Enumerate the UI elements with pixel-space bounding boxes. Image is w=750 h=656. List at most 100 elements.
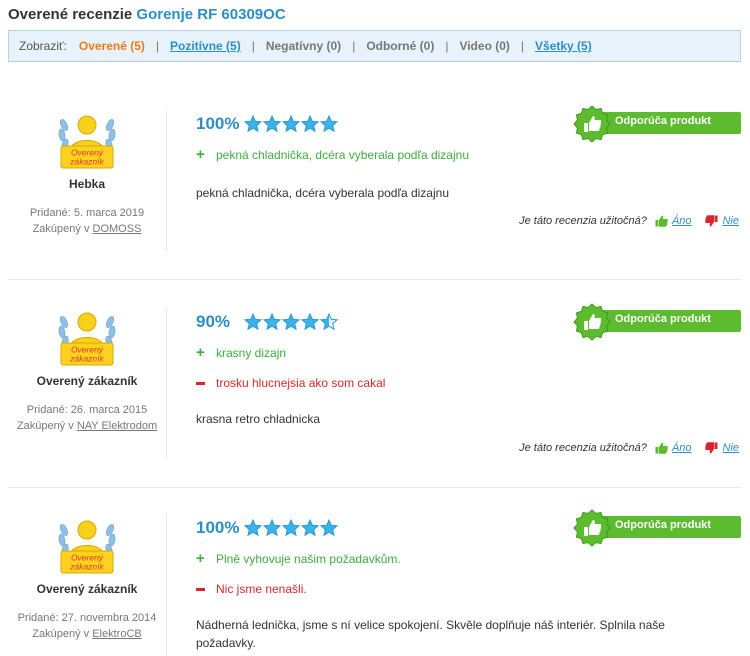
review-shop-line: Zakúpený v DOMOSS (8, 221, 166, 237)
review-text: krasna retro chladnicka (196, 412, 321, 426)
review-filter-bar: Zobraziť: Overené (5) | Pozitívne (5) | … (8, 30, 741, 62)
filter-separator: | (155, 39, 160, 53)
con-text: Nic jsme nenašli. (216, 582, 307, 596)
review-text: Nádherná lednička, jsme s ní velice spok… (196, 618, 665, 650)
thumbs-up-icon[interactable] (655, 215, 668, 227)
bought-prefix: Zakúpený v (16, 420, 74, 432)
filter-verified[interactable]: Overené (5) (79, 39, 145, 53)
filter-separator: | (251, 39, 255, 53)
star-icon (263, 313, 281, 331)
recommend-badge: Odporúča produkt (573, 303, 741, 341)
star-icon (244, 519, 262, 537)
rating-percent: 90% (196, 312, 231, 331)
filter-separator: | (520, 39, 525, 53)
filter-all[interactable]: Všetky (5) (535, 39, 592, 53)
pro-text: krasny dizajn (216, 346, 287, 360)
rating-stars (244, 115, 338, 133)
rating-percent: 100% (196, 114, 240, 133)
star-icon (282, 313, 300, 331)
usefulness-poll: Je táto recenzia užitočná? Áno Nie (519, 215, 739, 227)
rating-stars (244, 313, 338, 331)
verified-customer-icon: Overenýzákazník (58, 115, 116, 169)
thumbs-up-icon[interactable] (655, 442, 668, 454)
filter-separator: | (445, 39, 449, 53)
star-icon (301, 115, 319, 133)
svg-text:zákazník: zákazník (69, 354, 104, 364)
filter-expert: Odborné (0) (366, 39, 435, 53)
filter-label: Zobraziť: (19, 39, 67, 53)
usefulness-poll: Je táto recenzia užitočná? Áno Nie (519, 442, 739, 454)
shop-link[interactable]: ElektroCB (92, 628, 142, 640)
filter-negative: Negatívny (0) (265, 39, 342, 53)
usefulness-question: Je táto recenzia užitočná? (519, 215, 647, 227)
pro-item: + pekná chladnička, dcéra vyberala podľa … (196, 147, 736, 162)
con-item: Nic jsme nenašli. (196, 582, 736, 596)
bought-prefix: Zakúpený v (32, 223, 90, 235)
review-card: Overený zákazník Overený zákazník Pridané… (8, 498, 741, 656)
recommend-badge: Odporúča produkt (573, 105, 741, 143)
recommend-label: Odporúča produkt (615, 115, 711, 127)
review-shop-line: Zakúpený v NAY Elektrodom (8, 418, 166, 434)
review-meta: Pridané: 27. novembra 2014 Zakúpený v El… (8, 610, 166, 642)
con-text: trosku hlucnejsia ako som cakal (216, 376, 386, 390)
star-icon (263, 115, 281, 133)
svg-text:zákazník: zákazník (69, 157, 104, 167)
review-column-divider (166, 514, 167, 656)
heading-prefix: Overené recenzie (8, 6, 133, 23)
review-card: Overený zákazník Hebka Pridané: 5. marca … (8, 95, 741, 280)
rating-stars (244, 519, 338, 537)
con-item: trosku hlucnejsia ako som cakal (196, 376, 736, 390)
review-date: Pridané: 27. novembra 2014 (17, 612, 157, 624)
recommend-label: Odporúča produkt (615, 313, 711, 325)
pro-item: + Plně vyhovuje našim požadavkům. (196, 550, 736, 567)
thumbs-down-icon[interactable] (705, 442, 718, 454)
review-text: pekná chladnička, dcéra vyberala podľa d… (196, 186, 449, 200)
shop-link[interactable]: NAY Elektrodom (77, 420, 157, 432)
reviewer-name: Overený zákazník (36, 582, 138, 596)
thumbs-up-seal-icon (573, 509, 611, 547)
star-icon (301, 313, 319, 331)
useful-no-link[interactable]: Nie (722, 215, 739, 227)
verified-customer-badge: Overený zákazník (56, 516, 118, 578)
filter-positive[interactable]: Pozitívne (5) (170, 39, 241, 53)
page-heading: Overené recenzie Gorenje RF 60309OC (8, 6, 286, 23)
review-date: Pridané: 26. marca 2015 (26, 404, 148, 416)
reviewer-name: Overený zákazník (36, 374, 138, 388)
plus-icon: + (196, 550, 205, 567)
thumbs-down-icon[interactable] (705, 215, 718, 227)
verified-customer-badge: Overený zákazník (56, 308, 118, 370)
shop-link[interactable]: DOMOSS (93, 223, 142, 235)
review-meta: Pridané: 5. marca 2019 Zakúpený v DOMOSS (8, 205, 166, 237)
review-meta: Pridané: 26. marca 2015 Zakúpený v NAY E… (8, 402, 166, 434)
star-icon (263, 519, 281, 537)
rating-percent: 100% (196, 518, 240, 537)
review-column-divider (166, 111, 167, 251)
reviewer-name: Hebka (68, 177, 106, 191)
product-name[interactable]: Gorenje RF 60309OC (136, 6, 285, 23)
star-icon (301, 519, 319, 537)
star-icon (320, 115, 338, 133)
star-icon (282, 519, 300, 537)
reviewer-info: Overený zákazník Overený zákazník Pridané… (8, 516, 166, 642)
reviewer-info: Overený zákazník Overený zákazník Pridané… (8, 308, 166, 434)
star-icon (282, 115, 300, 133)
pro-text: Plně vyhovuje našim požadavkům. (216, 552, 401, 566)
thumbs-up-seal-icon (573, 303, 611, 341)
filter-separator: | (352, 39, 356, 53)
useful-yes-link[interactable]: Áno (672, 215, 692, 227)
review-divider (8, 279, 741, 280)
usefulness-question: Je táto recenzia užitočná? (519, 442, 647, 454)
useful-yes-link[interactable]: Áno (672, 442, 692, 454)
review-shop-line: Zakúpený v ElektroCB (8, 626, 166, 642)
star-icon (320, 519, 338, 537)
plus-icon: + (196, 344, 205, 361)
useful-no-link[interactable]: Nie (722, 442, 739, 454)
review-date: Pridané: 5. marca 2019 (29, 207, 145, 219)
pro-text: pekná chladnička, dcéra vyberala podľa d… (216, 148, 469, 162)
star-icon (244, 313, 262, 331)
star-icon (244, 115, 262, 133)
thumbs-up-seal-icon (573, 105, 611, 143)
minus-icon (196, 587, 207, 591)
minus-icon (196, 381, 207, 385)
bought-prefix: Zakúpený v (32, 628, 90, 640)
